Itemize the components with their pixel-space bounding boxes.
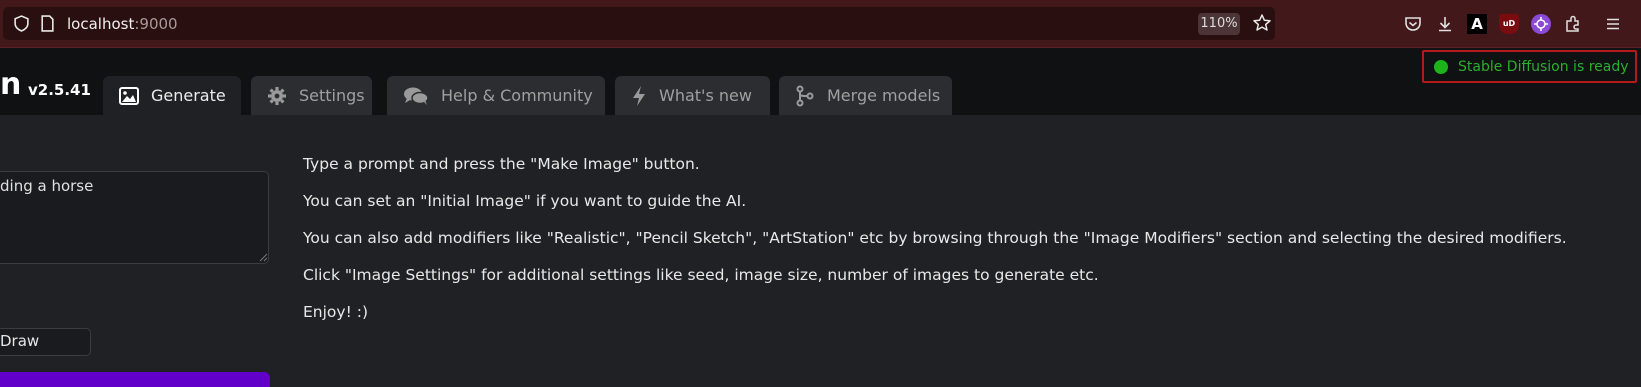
image-icon [119,86,139,105]
gear-icon [267,86,287,106]
tab-label: What's new [659,86,752,105]
purple-extension-icon[interactable] [1531,14,1551,34]
comments-icon [403,86,429,106]
star-icon[interactable] [1252,13,1272,37]
page-icon [40,15,55,36]
tab-generate[interactable]: Generate [103,76,241,115]
a-extension-icon[interactable]: A [1467,14,1487,34]
app-version: v2.5.41 [28,81,91,99]
ublock-icon[interactable]: uD [1499,14,1519,34]
instruction-line: Enjoy! :) [303,303,368,321]
status-indicator: Stable Diffusion is ready [1422,50,1637,83]
shield-icon[interactable] [13,15,30,36]
merge-icon [795,85,815,107]
tab-merge-models[interactable]: Merge models [779,76,952,115]
pocket-icon[interactable] [1403,14,1423,34]
status-text: Stable Diffusion is ready [1458,58,1629,75]
download-icon[interactable] [1435,14,1455,34]
extensions-icon[interactable] [1563,14,1583,34]
instruction-line: Click "Image Settings" for additional se… [303,266,1099,284]
tab-help-community[interactable]: Help & Community [387,76,605,115]
tab-label: Help & Community [441,86,593,105]
tab-label: Merge models [827,86,941,105]
instruction-line: You can also add modifiers like "Realist… [303,229,1567,247]
tab-label: Generate [151,86,226,105]
app-title: n [0,67,22,102]
tab-whats-new[interactable]: What's new [615,76,770,115]
status-dot-icon [1434,59,1448,74]
instruction-line: Type a prompt and press the "Make Image"… [303,155,700,173]
menu-icon[interactable] [1603,14,1623,34]
browser-toolbar: localhost:9000 110% A uD [0,0,1641,48]
bolt-icon [631,85,647,107]
address-bar[interactable]: localhost:9000 110% [3,7,1275,40]
tab-label: Settings [299,86,365,105]
zoom-level[interactable]: 110% [1198,13,1240,35]
prompt-value: ding a horse [0,177,94,195]
resize-handle-icon[interactable] [257,251,268,262]
tab-settings[interactable]: Settings [251,76,372,115]
instruction-line: You can set an "Initial Image" if you wa… [303,192,747,210]
draw-button-label: Draw [0,332,40,350]
make-image-button[interactable] [0,372,270,387]
url-text[interactable]: localhost:9000 [67,15,178,33]
